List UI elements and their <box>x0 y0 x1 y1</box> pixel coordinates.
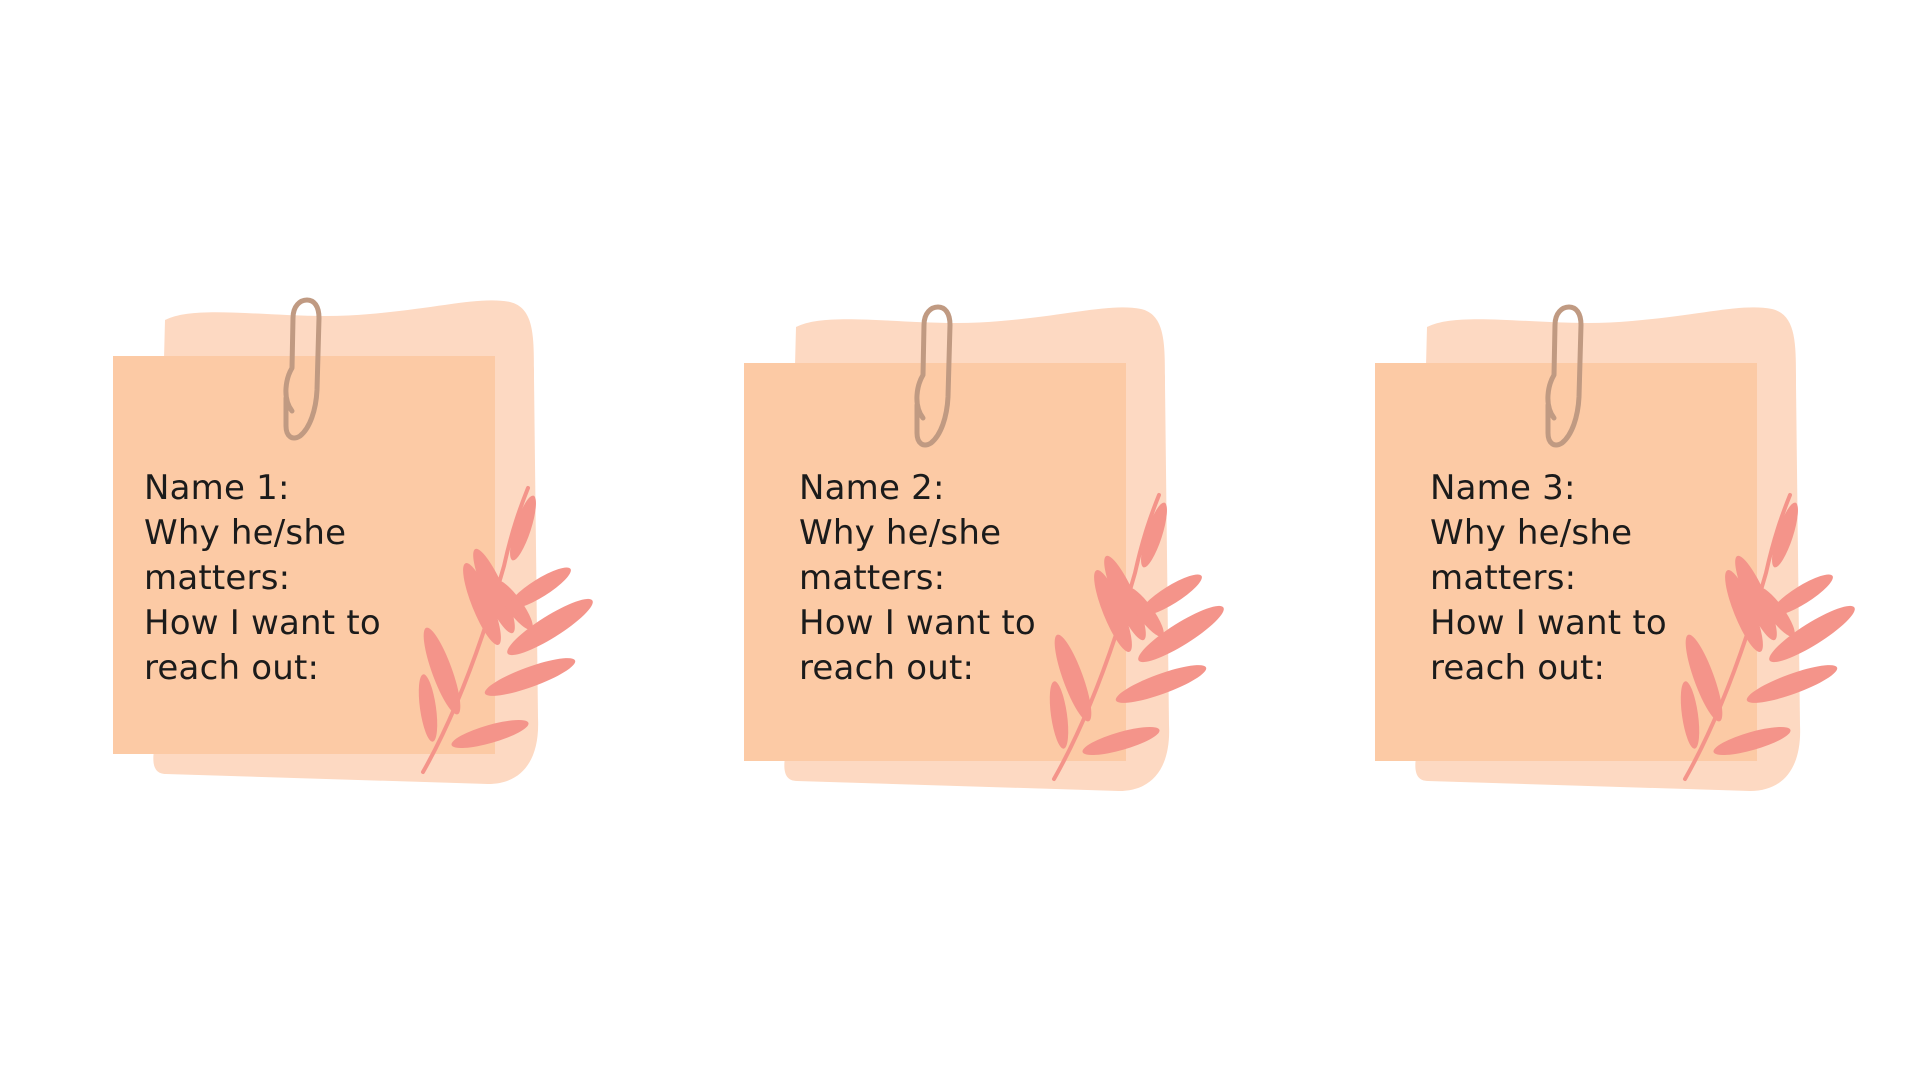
note-card-1: Name 1: Why he/she matters: How I want t… <box>110 297 610 818</box>
note-text-2: Name 2: Why he/she matters: How I want t… <box>799 466 1099 691</box>
note-name-label: Name 2: <box>799 468 945 508</box>
note-name-label: Name 1: <box>144 468 290 508</box>
note-why-label-cont: matters: <box>144 558 291 598</box>
note-why-label: Why he/she <box>144 513 347 553</box>
note-why-label-cont: matters: <box>1430 558 1577 598</box>
note-card-3: Name 3: Why he/she matters: How I want t… <box>1372 304 1872 825</box>
slide-canvas: Name 1: Why he/she matters: How I want t… <box>0 0 1920 1080</box>
note-how-label: How I want to <box>799 603 1036 643</box>
note-how-label: How I want to <box>144 603 381 643</box>
note-why-label-cont: matters: <box>799 558 946 598</box>
note-card-2: Name 2: Why he/she matters: How I want t… <box>741 304 1241 825</box>
note-how-label-cont: reach out: <box>144 648 320 688</box>
note-text-3: Name 3: Why he/she matters: How I want t… <box>1430 466 1730 691</box>
note-name-label: Name 3: <box>1430 468 1576 508</box>
note-how-label-cont: reach out: <box>799 648 975 688</box>
note-how-label: How I want to <box>1430 603 1667 643</box>
note-how-label-cont: reach out: <box>1430 648 1606 688</box>
note-text-1: Name 1: Why he/she matters: How I want t… <box>144 466 444 691</box>
note-why-label: Why he/she <box>799 513 1002 553</box>
note-why-label: Why he/she <box>1430 513 1633 553</box>
